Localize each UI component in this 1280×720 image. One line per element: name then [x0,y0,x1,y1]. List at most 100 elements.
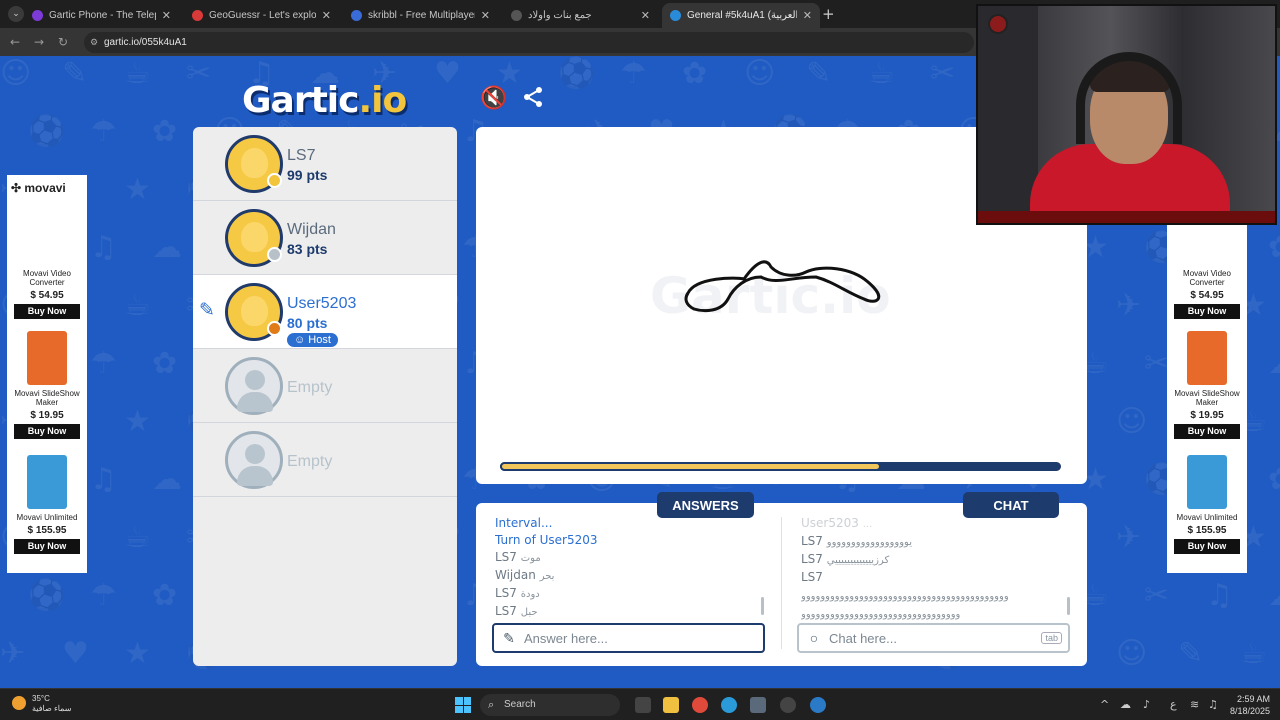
tab-close-icon[interactable]: ✕ [162,9,171,22]
host-badge: ☺ Host [287,333,338,347]
ad-product-name: Movavi Video Converter [23,269,71,287]
buy-now-button[interactable]: Buy Now [14,424,80,439]
store-icon[interactable] [750,697,766,713]
tab-favicon-icon [32,10,43,21]
background-doodle: ✎ [1178,636,1204,671]
chat-message: LS7 كرزيييييييييييييي [801,552,890,566]
back-icon[interactable]: ← [10,35,20,49]
player-row[interactable]: Wijdan 83 pts [193,201,457,275]
tab-close-icon[interactable]: ✕ [803,9,812,22]
answer-message: LS7 دودة [495,586,540,600]
volume-icon[interactable]: ♫ [1208,698,1218,711]
answer-message: Turn of User5203 [495,533,598,547]
taskbar-clock[interactable]: 2:59 AM 8/18/2025 [1230,693,1270,717]
buy-now-button[interactable]: Buy Now [14,539,80,554]
buy-now-button[interactable]: Buy Now [1174,539,1240,554]
file-explorer-icon[interactable] [663,697,679,713]
round-timer-fill [500,462,882,471]
player-row[interactable]: LS7 99 pts [193,127,457,201]
browser-tab[interactable]: skribbl - Free Multiplayer Draw ✕ [343,3,498,28]
browser-tab[interactable]: General #5k4uA1 (العربية) - Gar ✕ [662,3,820,28]
mute-icon[interactable]: 🔇 [480,86,507,111]
reload-icon[interactable]: ↻ [58,35,68,49]
browser-tab[interactable]: GeoGuessr - Let's explore the w ✕ [184,3,339,28]
background-doodle: ✿ [682,56,708,91]
chrome-active-icon[interactable] [810,697,826,713]
language-indicator[interactable]: ع [1170,698,1177,711]
answers-chat-panel: ANSWERS CHAT Interval... Turn of User5203… [476,492,1087,666]
chat-input[interactable]: ○ Chat here... tab [797,623,1070,653]
player-row[interactable]: Empty [193,349,457,423]
background-doodle: ☂ [90,346,117,381]
webcam-overlay [976,4,1277,225]
ad-left[interactable]: ✣ movavi Movavi Video Converter $ 54.95 Buy… [7,175,87,573]
ad-product[interactable]: Movavi Video Converter $ 54.95 Buy Now [1167,269,1247,319]
buy-now-button[interactable]: Buy Now [1174,424,1240,439]
site-info-icon[interactable]: ⚙ [90,32,98,53]
answer-placeholder: Answer here... [524,630,608,646]
ad-product-price: $ 54.95 [30,290,64,301]
tab-close-icon[interactable]: ✕ [641,9,650,22]
background-doodle: ♫ [1206,578,1233,613]
task-view-icon[interactable] [635,697,651,713]
product-box-image [1187,455,1227,509]
chat-message: LS7 يووووووووووووووووو [801,534,912,548]
ad-product-name: Movavi SlideShow Maker [14,389,80,407]
ad-product[interactable]: Movavi Video Converter $ 54.95 Buy Now [7,269,87,319]
chat-message: User5203 ... [801,516,873,530]
obs-icon[interactable] [780,697,796,713]
product-box-image [27,331,67,385]
background-doodle: ✎ [806,56,832,91]
answer-input[interactable]: ✎ Answer here... [492,623,765,653]
url-field[interactable]: ⚙ gartic.io/055k4uA1 [84,32,974,53]
buy-now-button[interactable]: Buy Now [14,304,80,319]
ad-product[interactable]: Movavi SlideShow Maker $ 19.95 Buy Now [7,331,87,439]
tray-chevron-icon[interactable]: ^ [1100,698,1109,711]
background-doodle: ✿ [152,346,178,381]
weather-widget[interactable]: 35°C سماء صافية [12,694,72,714]
share-icon[interactable] [522,86,544,114]
player-name: Empty [287,379,333,396]
ad-product[interactable]: Movavi Unlimited $ 155.95 Buy Now [1167,455,1247,554]
player-row[interactable]: Empty [193,423,457,497]
wifi-icon[interactable]: ≋ [1190,698,1199,711]
tab-close-icon[interactable]: ✕ [322,9,331,22]
edge-icon[interactable] [721,697,737,713]
cam-wall [978,6,1038,223]
background-doodle: ☂ [620,56,647,91]
chat-scrollbar[interactable] [1067,597,1070,615]
background-doodle: ★ [124,172,151,207]
avatar [225,209,283,267]
start-icon[interactable] [455,697,471,713]
chrome-icon[interactable] [692,697,708,713]
mic-icon[interactable]: ♪ [1143,698,1150,711]
tab-search-icon[interactable]: ⌄ [8,6,24,22]
browser-tab[interactable]: جمع بنات وأولاد ✕ [503,3,658,28]
tab-close-icon[interactable]: ✕ [481,9,490,22]
ad-right[interactable]: Movavi Video Converter $ 54.95 Buy Now Mova… [1167,175,1247,573]
new-tab-icon[interactable]: + [822,5,835,23]
player-row[interactable]: ✎ User5203 80 pts ☺ Host [193,275,457,349]
taskbar-search[interactable]: ⌕ Search [480,694,620,716]
ad-product-price: $ 155.95 [27,525,67,536]
background-doodle: ☂ [90,578,117,613]
gartic-logo[interactable]: Gartic.io [242,80,407,121]
answer-message: LS7 موت [495,550,541,564]
drawing-pencil-icon: ✎ [199,299,215,321]
buy-now-button[interactable]: Buy Now [1174,304,1240,319]
ad-product[interactable]: Movavi Unlimited $ 155.95 Buy Now [7,455,87,554]
status-dot [267,247,282,262]
search-icon: ⌕ [488,699,495,711]
avatar [225,283,283,341]
answer-message: LS7 حبل [495,604,538,618]
ad-product[interactable]: Movavi SlideShow Maker $ 19.95 Buy Now [1167,331,1247,439]
network-icon[interactable]: ☁ [1120,698,1131,711]
ad-product-name: Movavi Unlimited [16,513,78,522]
pencil-icon: ✎ [503,629,515,646]
tab-title: General #5k4uA1 (العربية) - Gar [687,10,797,21]
browser-tab[interactable]: Gartic Phone - The Telephone G ✕ [24,3,179,28]
background-doodle: ☂ [90,114,117,149]
answers-scrollbar[interactable] [761,597,764,615]
forward-icon[interactable]: → [34,35,44,49]
cam-strip [978,211,1275,223]
